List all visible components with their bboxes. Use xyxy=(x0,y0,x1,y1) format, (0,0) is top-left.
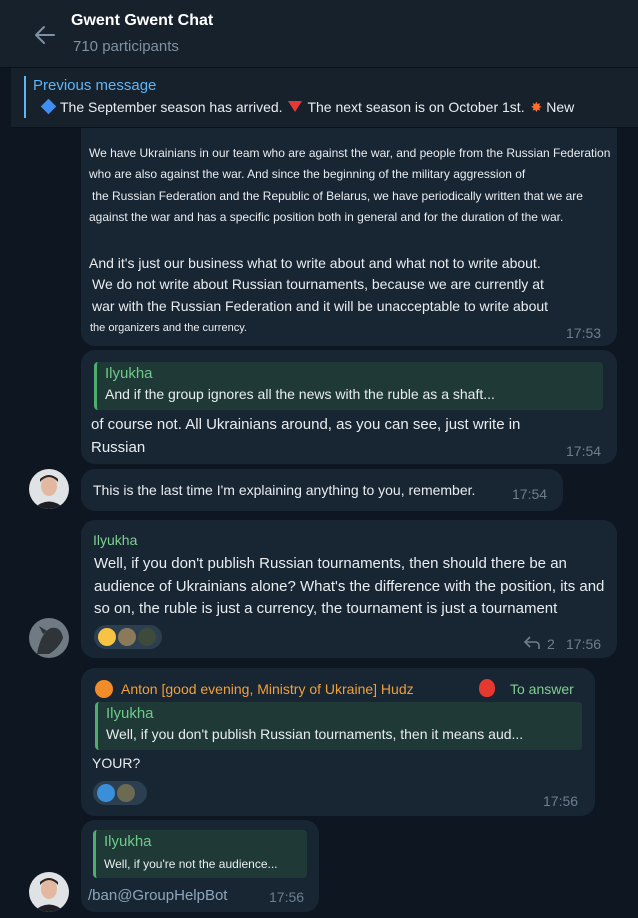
message-text: who are also against the war. And since … xyxy=(89,167,526,181)
message-time: 17:54 xyxy=(512,486,548,502)
avatar[interactable] xyxy=(29,469,69,509)
message-text: war with the Russian Federation and it w… xyxy=(92,298,549,314)
reply-author: Ilyukha xyxy=(105,365,153,382)
user-avatar-icon xyxy=(138,628,156,646)
reply-text: And if the group ignores all the news wi… xyxy=(105,386,495,402)
message-bubble[interactable]: Ilyukha Well, if you don't publish Russi… xyxy=(81,520,617,658)
reply-author: Ilyukha xyxy=(104,833,152,850)
user-avatar-icon xyxy=(117,784,135,802)
chat-title[interactable]: Gwent Gwent Chat xyxy=(71,12,213,30)
message-bubble[interactable]: Ilyukha Well, if you're not the audience… xyxy=(81,820,319,912)
message-text: We do not write about Russian tournament… xyxy=(92,276,544,292)
pinned-message-bar[interactable]: Previous message The September season ha… xyxy=(11,68,638,128)
reply-author: Ilyukha xyxy=(106,705,154,722)
avatar[interactable] xyxy=(29,618,69,658)
message-text: against the war and has a specific posit… xyxy=(89,210,564,224)
reply-preview[interactable]: Ilyukha Well, if you don't publish Russi… xyxy=(95,702,582,750)
message-time: 17:56 xyxy=(269,889,305,905)
message-text: Well, if you don't publish Russian tourn… xyxy=(94,555,567,572)
reply-preview[interactable]: Ilyukha And if the group ignores all the… xyxy=(94,362,603,410)
message-bubble[interactable]: We have Ukrainians in our team who are a… xyxy=(81,128,617,346)
reactions[interactable] xyxy=(93,781,147,805)
message-text: the Russian Federation and the Republic … xyxy=(92,189,583,203)
message-text: This is the last time I'm explaining any… xyxy=(93,482,476,498)
reactions[interactable] xyxy=(94,625,162,649)
sender-name[interactable]: Anton [good evening, Ministry of Ukraine… xyxy=(121,681,414,697)
pinned-label: Previous message xyxy=(33,77,157,94)
back-button[interactable] xyxy=(30,20,60,50)
reply-text: Well, if you're not the audience... xyxy=(104,857,278,871)
chat-header: Gwent Gwent Chat 710 participants xyxy=(0,0,638,68)
red-triangle-icon xyxy=(288,101,303,112)
message-text: audience of Ukrainians alone? What's the… xyxy=(94,578,605,595)
message-text: of course not. All Ukrainians around, as… xyxy=(91,416,521,433)
reply-text: Well, if you don't publish Russian tourn… xyxy=(106,726,524,742)
participants-count: 710 participants xyxy=(73,38,179,55)
reply-to-label[interactable]: To answer xyxy=(510,681,574,697)
whale-emoji-icon xyxy=(97,784,115,802)
collision-icon: ✸ xyxy=(530,99,543,115)
message-time: 17:56 xyxy=(566,636,602,652)
pinned-text: The September season has arrived. The ne… xyxy=(39,99,638,116)
reply-arrow-icon[interactable] xyxy=(524,636,540,650)
fox-emoji-icon xyxy=(95,680,113,698)
user-avatar-icon xyxy=(118,628,136,646)
grin-emoji-icon xyxy=(98,628,116,646)
message-time: 17:54 xyxy=(566,443,602,459)
fire-emoji-icon xyxy=(479,679,495,697)
message-text: the organizers and the currency. xyxy=(90,322,247,334)
arrow-left-icon xyxy=(35,26,55,44)
pinned-indicator xyxy=(24,76,26,118)
reply-preview[interactable]: Ilyukha Well, if you're not the audience… xyxy=(93,830,307,878)
message-text: so on, the ruble is just a currency, the… xyxy=(94,600,558,617)
blue-diamond-icon xyxy=(40,99,57,115)
message-bubble[interactable]: Ilyukha And if the group ignores all the… xyxy=(81,350,617,464)
bot-command-link[interactable]: /ban@GroupHelpBot xyxy=(88,884,227,907)
message-bubble[interactable]: Anton [good evening, Ministry of Ukraine… xyxy=(81,668,595,816)
reply-count: 2 xyxy=(547,636,555,652)
sender-name[interactable]: Ilyukha xyxy=(93,532,137,548)
message-time: 17:53 xyxy=(566,325,602,341)
message-text: YOUR? xyxy=(92,755,141,771)
message-text: Russian xyxy=(91,439,146,456)
avatar[interactable] xyxy=(29,872,69,912)
message-time: 17:56 xyxy=(543,793,579,809)
message-text: We have Ukrainians in our team who are a… xyxy=(89,146,611,160)
message-bubble[interactable]: This is the last time I'm explaining any… xyxy=(81,469,563,511)
message-text: And it's just our business what to write… xyxy=(89,255,541,271)
